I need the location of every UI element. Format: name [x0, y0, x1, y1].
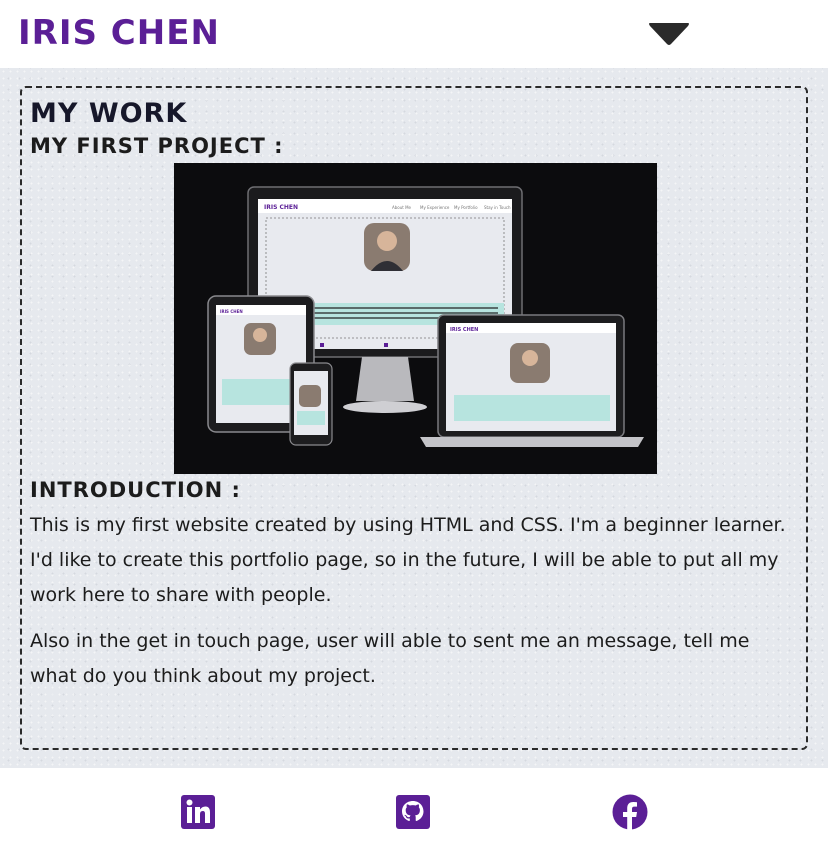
facebook-icon	[612, 794, 648, 830]
tablet-brand-text: IRIS CHEN	[220, 309, 243, 314]
site-brand[interactable]: IRIS CHEN	[18, 16, 220, 50]
github-link[interactable]	[395, 794, 431, 830]
linkedin-icon	[181, 795, 215, 829]
section-title: MY WORK	[30, 98, 188, 129]
intro-paragraph-1: This is my first website created by usin…	[30, 514, 786, 606]
facebook-link[interactable]	[612, 794, 648, 830]
monitor-nav-4: Stay in Touch	[484, 205, 511, 210]
monitor-nav-2: My Experience	[420, 205, 450, 210]
site-footer	[0, 768, 828, 856]
laptop-brand-text: IRIS CHEN	[450, 327, 478, 333]
site-header: IRIS CHEN	[0, 0, 828, 68]
monitor-brand-text: IRIS CHEN	[264, 204, 298, 211]
monitor-nav-3: My Portfolio	[454, 205, 478, 210]
monitor-nav-1: About Me	[392, 205, 412, 210]
introduction-heading: INTRODUCTION :	[30, 478, 241, 502]
project-screenshot: IRIS CHEN About Me My Experience My Port…	[174, 163, 657, 474]
menu-toggle-button[interactable]	[646, 20, 692, 48]
work-card: MY WORK MY FIRST PROJECT : IRIS CHEN Abo…	[20, 86, 808, 750]
caret-down-icon	[649, 23, 689, 45]
github-icon	[396, 795, 430, 829]
main-content: MY WORK MY FIRST PROJECT : IRIS CHEN Abo…	[0, 68, 828, 768]
project-title: MY FIRST PROJECT :	[30, 134, 284, 158]
linkedin-link[interactable]	[180, 794, 216, 830]
devices-mockup-image: IRIS CHEN About Me My Experience My Port…	[174, 163, 657, 474]
intro-paragraph-2: Also in the get in touch page, user will…	[30, 630, 750, 687]
